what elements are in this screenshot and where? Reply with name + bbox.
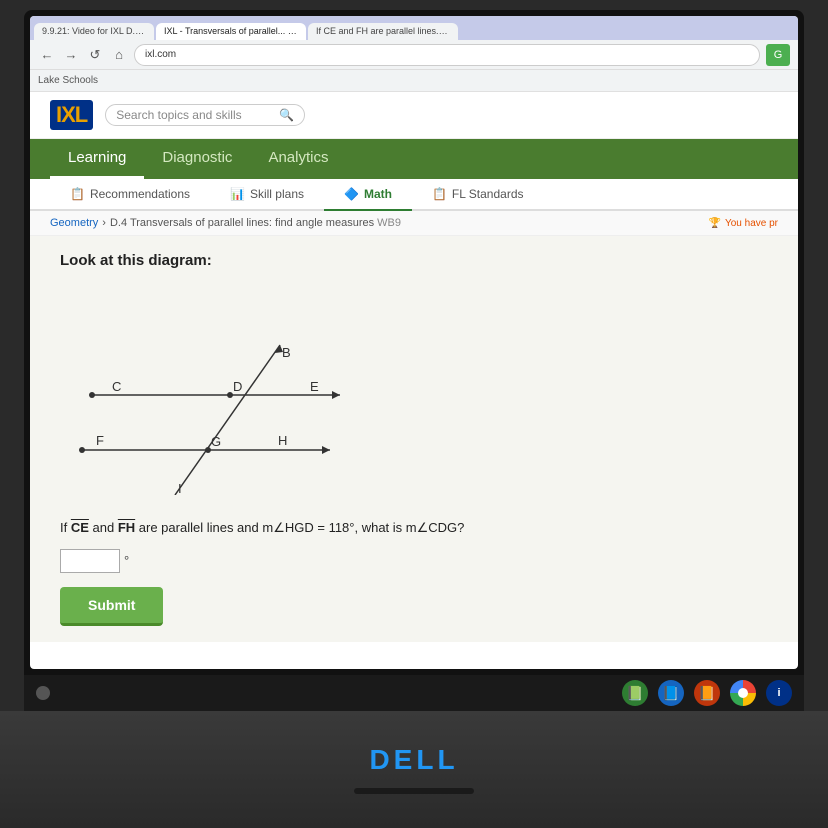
nav-diagnostic[interactable]: Diagnostic <box>144 139 250 179</box>
math-label: Math <box>364 187 392 201</box>
diagram-container: B C D E F G <box>60 285 768 500</box>
label-E: E <box>310 379 319 394</box>
tab-1[interactable]: 9.9.21: Video for IXL D.4 ✕ <box>34 23 154 40</box>
trophy-icon: 🏆 <box>709 218 721 229</box>
laptop-outer: 9.9.21: Video for IXL D.4 ✕ IXL - Transv… <box>0 0 828 828</box>
taskbar-icons: 📗 📘 📙 i <box>622 680 792 706</box>
url-text: ixl.com <box>145 49 176 60</box>
ixl-page: IXL Search topics and skills 🔍 Learning … <box>30 92 798 643</box>
url-bar[interactable]: ixl.com <box>134 44 760 66</box>
label-G: G <box>211 434 221 449</box>
tab-strip: 9.9.21: Video for IXL D.4 ✕ IXL - Transv… <box>30 16 798 40</box>
taskbar: 📗 📘 📙 i <box>24 675 804 710</box>
flstandards-icon: 📋 <box>432 187 447 201</box>
angle-symbol-1: ∠ <box>273 520 285 535</box>
subtab-flstandards[interactable]: 📋 FL Standards <box>412 179 544 211</box>
breadcrumb-subject[interactable]: Geometry <box>50 217 98 229</box>
recommendations-label: Recommendations <box>90 187 190 201</box>
subtab-math[interactable]: 🔷 Math <box>324 179 412 211</box>
taskbar-circle <box>36 686 50 700</box>
ixl-header: IXL Search topics and skills 🔍 <box>30 92 798 139</box>
nav-learning[interactable]: Learning <box>50 139 144 179</box>
extension-btn[interactable]: G <box>766 44 790 66</box>
label-B: B <box>282 345 291 360</box>
line-CE: CE <box>71 520 89 535</box>
taskbar-icon-5[interactable]: i <box>766 680 792 706</box>
forward-button[interactable]: → <box>62 46 80 64</box>
breadcrumb-skill: D.4 Transversals of parallel lines: find… <box>110 217 401 229</box>
taskbar-icon-2[interactable]: 📘 <box>658 680 684 706</box>
bookmarks-bar: Lake Schools <box>30 70 798 92</box>
angle-symbol-2: ∠ <box>417 520 429 535</box>
label-D: D <box>233 379 242 394</box>
subtab-recommendations[interactable]: 📋 Recommendations <box>50 179 210 211</box>
refresh-button[interactable]: ↺ <box>86 46 104 64</box>
search-icon: 🔍 <box>279 108 294 122</box>
answer-row: ° <box>60 549 768 573</box>
label-F: F <box>96 433 104 448</box>
skillplans-icon: 📊 <box>230 187 245 201</box>
ixl-nav: Learning Diagnostic Analytics <box>30 139 798 179</box>
content-area: Look at this diagram: <box>30 236 798 642</box>
browser-toolbar: ← → ↺ ⌂ ixl.com G <box>30 40 798 70</box>
achievement-badge: 🏆 You have pr <box>709 218 778 229</box>
back-button[interactable]: ← <box>38 46 56 64</box>
laptop-vent <box>354 788 474 794</box>
line-FH: FH <box>118 520 135 535</box>
question-label: Look at this diagram: <box>60 252 768 269</box>
screen: 9.9.21: Video for IXL D.4 ✕ IXL - Transv… <box>30 16 798 669</box>
ixl-logo-xl: XL <box>61 102 87 127</box>
search-placeholder: Search topics and skills <box>116 108 241 122</box>
math-icon: 🔷 <box>344 187 359 201</box>
subtab-skillplans[interactable]: 📊 Skill plans <box>210 179 324 211</box>
label-I: I <box>178 481 182 495</box>
degree-label: ° <box>124 553 129 568</box>
laptop-base: DELL <box>0 711 828 828</box>
search-bar[interactable]: Search topics and skills 🔍 <box>105 104 305 126</box>
sub-tabs: 📋 Recommendations 📊 Skill plans 🔷 Math 📋… <box>30 179 798 211</box>
label-C: C <box>112 379 121 394</box>
taskbar-icon-3[interactable]: 📙 <box>694 680 720 706</box>
dell-logo: DELL <box>369 744 458 776</box>
taskbar-icon-1[interactable]: 📗 <box>622 680 648 706</box>
breadcrumb: Geometry › D.4 Transversals of parallel … <box>30 211 798 236</box>
flstandards-label: FL Standards <box>452 187 524 201</box>
bookmark-1[interactable]: Lake Schools <box>38 75 98 86</box>
taskbar-icon-chrome[interactable] <box>730 680 756 706</box>
breadcrumb-chevron: › <box>102 217 106 229</box>
question-text: If CE and FH are parallel lines and m∠HG… <box>60 518 768 539</box>
geometry-diagram: B C D E F G <box>60 285 380 495</box>
submit-button[interactable]: Submit <box>60 587 163 626</box>
answer-input[interactable] <box>60 549 120 573</box>
home-button[interactable]: ⌂ <box>110 46 128 64</box>
recommendations-icon: 📋 <box>70 187 85 201</box>
tab-2[interactable]: IXL - Transversals of parallel... ✕ <box>156 23 306 40</box>
nav-analytics[interactable]: Analytics <box>250 139 346 179</box>
label-H: H <box>278 433 287 448</box>
screen-bezel: 9.9.21: Video for IXL D.4 ✕ IXL - Transv… <box>24 10 804 675</box>
tab-3[interactable]: If CE and FH are parallel lines... ✕ <box>308 23 458 40</box>
skillplans-label: Skill plans <box>250 187 304 201</box>
ixl-logo: IXL <box>50 100 93 130</box>
